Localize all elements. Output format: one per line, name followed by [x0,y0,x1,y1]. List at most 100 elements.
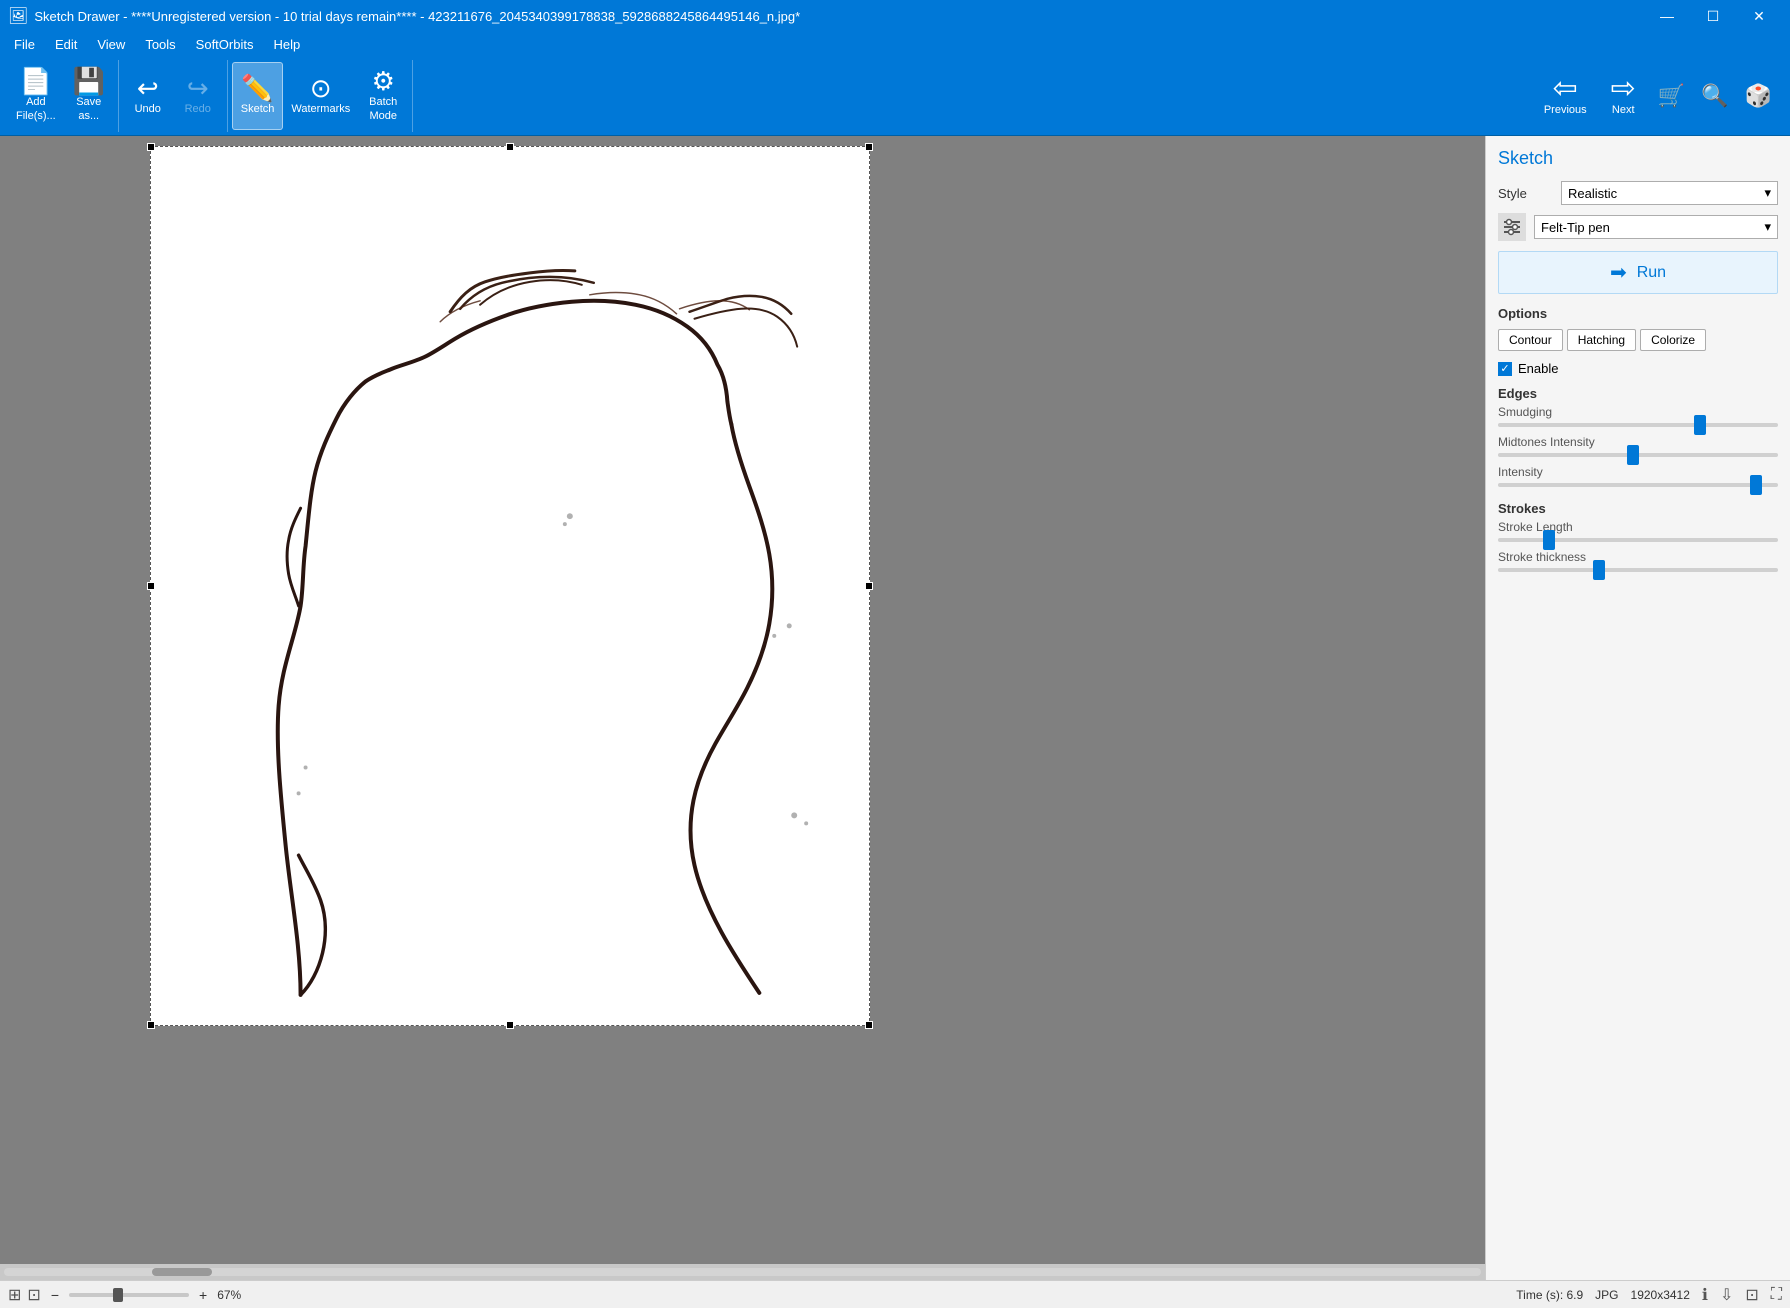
cart-icon[interactable]: 🛒 [1652,79,1691,113]
enable-row: ✓ Enable [1498,361,1778,376]
canvas-area[interactable] [0,136,1485,1280]
enable-label: Enable [1518,361,1558,376]
save-as-icon: 💾 [73,68,105,94]
titlebar: 🖼 Sketch Drawer - ****Unregistered versi… [0,0,1790,32]
presets-icon [1498,213,1526,241]
previous-label: Previous [1544,104,1587,117]
toolbar-nav-group: ⇦ Previous ⇨ Next [1528,60,1652,132]
smudging-slider-row [1498,423,1778,427]
menu-view[interactable]: View [87,32,135,56]
titlebar-title: Sketch Drawer - ****Unregistered version… [34,9,800,24]
previous-button[interactable]: ⇦ Previous [1532,62,1599,130]
horizontal-scrollbar[interactable] [0,1264,1485,1280]
save-icon[interactable]: ⇩ [1720,1285,1733,1305]
style-dropdown-icon: ▾ [1764,185,1771,201]
presets-select[interactable]: Felt-Tip pen ▾ [1534,215,1778,239]
presets-dropdown-icon: ▾ [1764,219,1771,235]
close-button[interactable]: ✕ [1736,0,1782,32]
enable-checkbox[interactable]: ✓ [1498,362,1512,376]
maximize-button[interactable]: ☐ [1690,0,1736,32]
zoom-out-button[interactable]: − [47,1287,63,1303]
batch-mode-button[interactable]: ⚙ Batch Mode [358,62,408,130]
smudging-track[interactable] [1498,423,1778,427]
batch-mode-icon: ⚙ [372,68,395,94]
add-files-icon: 📄 [20,68,52,94]
next-button[interactable]: ⇨ Next [1599,62,1648,130]
smudging-label: Smudging [1498,405,1778,419]
right-panel: Sketch Style Realistic ▾ [1485,136,1790,1280]
toolbar-history-group: ↩ Undo ↪ Redo [119,60,228,132]
strokes-title: Strokes [1498,501,1778,516]
menu-help[interactable]: Help [263,32,310,56]
fullscreen-icon[interactable]: ⛶ [1771,1286,1782,1304]
intensity-label: Intensity [1498,465,1778,479]
scroll-thumb[interactable] [152,1268,212,1276]
previous-arrow-icon: ⇦ [1553,74,1578,104]
canvas-container [150,146,870,1026]
intensity-thumb[interactable] [1750,475,1762,495]
redo-button[interactable]: ↪ Redo [173,62,223,130]
zoom-value: 67% [217,1288,241,1302]
info-icon[interactable]: 🎲 [1739,79,1778,113]
statusbar-right: Time (s): 6.9 JPG 1920x3412 ℹ ⇩ ⊡ ⛶ [1516,1285,1782,1305]
zoom-in-button[interactable]: + [195,1287,211,1303]
menu-tools[interactable]: Tools [135,32,185,56]
share-icon[interactable]: ℹ [1702,1285,1708,1305]
time-label: Time (s): 6.9 [1516,1288,1583,1302]
zoom-actual-icon[interactable]: ⊡ [27,1285,40,1305]
stroke-length-slider-row [1498,538,1778,542]
header-right-icons: 🛒 🔍 🎲 [1652,79,1786,113]
stroke-thickness-slider-row [1498,568,1778,572]
options-tabs: Contour Hatching Colorize [1498,329,1778,351]
midtones-track[interactable] [1498,453,1778,457]
menu-edit[interactable]: Edit [45,32,87,56]
main-area: Sketch Style Realistic ▾ [0,136,1790,1280]
save-as-label: Save as... [76,96,101,122]
zoom-slider-track[interactable] [69,1293,189,1297]
edges-section: Edges Smudging Midtones Intensity Intens… [1498,386,1778,487]
sliders-icon [1501,216,1523,238]
minimize-button[interactable]: — [1644,0,1690,32]
stroke-length-thumb[interactable] [1543,530,1555,550]
toolbar-effects-group: ✏️ Sketch ⊙ Watermarks ⚙ Batch Mode [228,60,414,132]
stroke-thickness-label: Stroke thickness [1498,550,1778,564]
intensity-track[interactable] [1498,483,1778,487]
zoom-slider-thumb[interactable] [113,1288,123,1302]
style-select[interactable]: Realistic ▾ [1561,181,1778,205]
style-label: Style [1498,186,1553,201]
contour-tab[interactable]: Contour [1498,329,1563,351]
search-icon[interactable]: 🔍 [1695,79,1734,113]
copy-icon[interactable]: ⊡ [1745,1285,1758,1305]
presets-row: Felt-Tip pen ▾ [1498,213,1778,241]
checkbox-check-icon: ✓ [1500,362,1509,375]
watermarks-button[interactable]: ⊙ Watermarks [283,62,358,130]
style-row: Style Realistic ▾ [1498,181,1778,205]
hatching-tab[interactable]: Hatching [1567,329,1636,351]
next-arrow-icon: ⇨ [1611,74,1636,104]
redo-icon: ↪ [187,75,209,101]
smudging-thumb[interactable] [1694,415,1706,435]
stroke-thickness-track[interactable] [1498,568,1778,572]
undo-label: Undo [135,103,161,116]
dimensions-label: 1920x3412 [1631,1288,1690,1302]
midtones-thumb[interactable] [1627,445,1639,465]
sketch-button[interactable]: ✏️ Sketch [232,62,284,130]
statusbar: ⊞ ⊡ − + 67% Time (s): 6.9 JPG 1920x3412 … [0,1280,1790,1308]
zoom-fit-icon[interactable]: ⊞ [8,1285,21,1305]
colorize-tab[interactable]: Colorize [1640,329,1706,351]
menu-file[interactable]: File [4,32,45,56]
add-files-button[interactable]: 📄 Add File(s)... [8,62,64,130]
undo-button[interactable]: ↩ Undo [123,62,173,130]
stroke-thickness-thumb[interactable] [1593,560,1605,580]
titlebar-controls: — ☐ ✕ [1644,0,1782,32]
run-button[interactable]: ➡ Run [1498,251,1778,294]
scroll-track [4,1268,1481,1276]
sketch-image [151,147,869,1025]
stroke-length-track[interactable] [1498,538,1778,542]
run-label: Run [1637,264,1666,282]
run-arrow-icon: ➡ [1610,260,1627,285]
save-as-button[interactable]: 💾 Save as... [64,62,114,130]
menu-softorbits[interactable]: SoftOrbits [186,32,264,56]
undo-icon: ↩ [137,75,159,101]
options-label: Options [1498,306,1778,321]
